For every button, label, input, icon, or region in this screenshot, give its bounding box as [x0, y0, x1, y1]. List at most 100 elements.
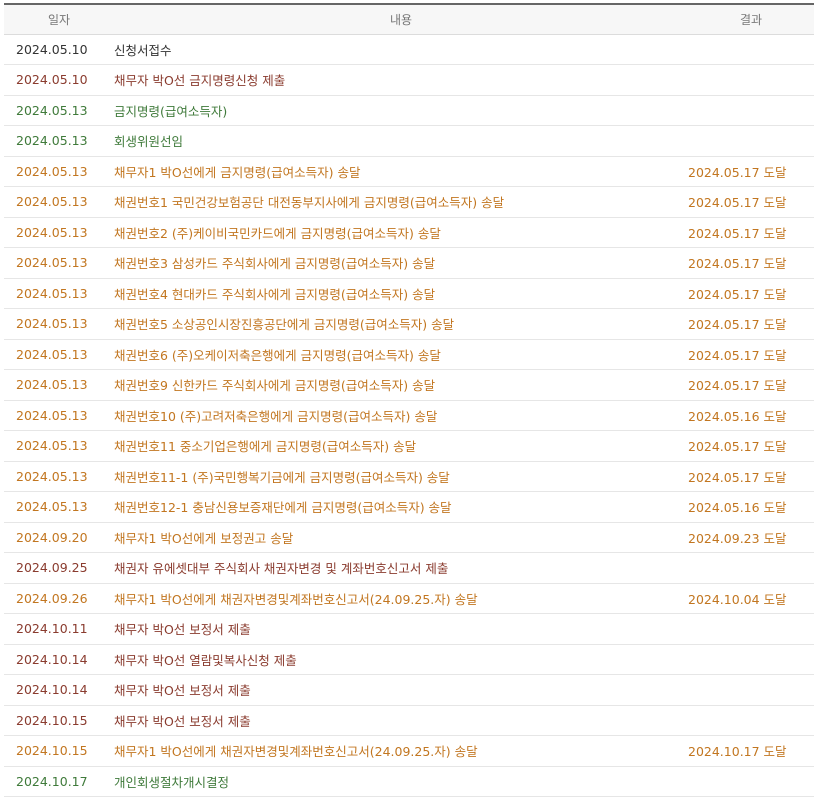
table-row: 2024.05.13 채권번호12-1 충남신용보증재단에게 금지명령(급여소득자… — [4, 491, 814, 523]
row-content: 회생위원선임 — [114, 125, 688, 157]
table-row: 2024.10.15 채무자 박O선 보정서 제출 — [4, 705, 814, 736]
row-result — [688, 674, 814, 706]
header-result: 결과 — [688, 3, 814, 35]
table-row: 2024.05.13 채권번호2 (주)케이비국민카드에게 금지명령(급여소득자)… — [4, 217, 814, 248]
table-row: 2024.05.13 채권번호11-1 (주)국민행복기금에게 금지명령(급여소득… — [4, 461, 814, 492]
row-result: 2024.05.17 도달 — [688, 308, 814, 340]
row-date: 2024.05.13 — [4, 125, 114, 157]
row-date: 2024.10.15 — [4, 735, 114, 767]
row-result: 2024.05.16 도달 — [688, 491, 814, 523]
row-date: 2024.05.13 — [4, 369, 114, 401]
row-result: 2024.10.04 도달 — [688, 583, 814, 614]
row-content: 채무자 박O선 열람및복사신청 제출 — [114, 644, 688, 675]
row-content: 채무자1 박O선에게 보정권고 송달 — [114, 522, 688, 553]
row-content: 개인회생절차개시결정 — [114, 766, 688, 797]
row-content: 채권번호10 (주)고려저축은행에게 금지명령(급여소득자) 송달 — [114, 400, 688, 431]
row-result: 2024.05.17 도달 — [688, 186, 814, 218]
row-date: 2024.10.11 — [4, 613, 114, 645]
table-row: 2024.05.13 채권번호5 소상공인시장진흥공단에게 금지명령(급여소득자)… — [4, 308, 814, 340]
row-date: 2024.05.10 — [4, 34, 114, 65]
row-content: 금지명령(급여소득자) — [114, 95, 688, 126]
table-row: 2024.10.17 개인회생절차개시결정 — [4, 766, 814, 797]
table-row: 2024.09.20 채무자1 박O선에게 보정권고 송달 2024.09.23 도… — [4, 522, 814, 553]
row-date: 2024.09.20 — [4, 522, 114, 553]
table-row: 2024.05.13 채권번호10 (주)고려저축은행에게 금지명령(급여소득자)… — [4, 400, 814, 431]
row-content: 채권번호1 국민건강보험공단 대전동부지사에게 금지명령(급여소득자) 송달 — [114, 186, 688, 218]
row-content: 채권번호11 중소기업은행에게 금지명령(급여소득자) 송달 — [114, 430, 688, 462]
row-content: 채무자1 박O선에게 금지명령(급여소득자) 송달 — [114, 156, 688, 187]
table-row: 2024.05.13 채무자1 박O선에게 금지명령(급여소득자) 송달 2024.… — [4, 156, 814, 187]
table-row: 2024.05.13 채권번호9 신한카드 주식회사에게 금지명령(급여소득자) … — [4, 369, 814, 401]
row-result — [688, 766, 814, 797]
row-result — [688, 34, 814, 65]
row-date: 2024.05.13 — [4, 156, 114, 187]
row-date: 2024.05.13 — [4, 461, 114, 492]
table-row: 2024.09.25 채권자 유에셋대부 주식회사 채권자변경 및 계좌번호신고서… — [4, 552, 814, 584]
table-row: 2024.05.13 채권번호1 국민건강보험공단 대전동부지사에게 금지명령(급… — [4, 186, 814, 218]
row-date: 2024.05.13 — [4, 430, 114, 462]
row-content: 채무자 박O선 금지명령신청 제출 — [114, 64, 688, 96]
table-row: 2024.05.13 채권번호4 현대카드 주식회사에게 금지명령(급여소득자) … — [4, 278, 814, 309]
row-result — [688, 95, 814, 126]
row-date: 2024.10.15 — [4, 705, 114, 736]
table-body: 2024.05.10 신청서접수 2024.05.10 채무자 박O선 금지명령신청 … — [4, 34, 814, 797]
row-content: 채권번호11-1 (주)국민행복기금에게 금지명령(급여소득자) 송달 — [114, 461, 688, 492]
table-row: 2024.09.26 채무자1 박O선에게 채권자변경및계좌번호신고서(24.09… — [4, 583, 814, 614]
row-date: 2024.05.13 — [4, 400, 114, 431]
table-row: 2024.05.13 회생위원선임 — [4, 125, 814, 157]
row-content: 채권번호6 (주)오케이저축은행에게 금지명령(급여소득자) 송달 — [114, 339, 688, 370]
row-date: 2024.05.13 — [4, 247, 114, 279]
table-row: 2024.05.13 채권번호3 삼성카드 주식회사에게 금지명령(급여소득자) … — [4, 247, 814, 279]
row-date: 2024.05.13 — [4, 186, 114, 218]
case-history-table: 일자 내용 결과 2024.05.10 신청서접수 2024.05.10 채무자 박O… — [4, 3, 814, 797]
header-content: 내용 — [114, 3, 688, 35]
header-date: 일자 — [4, 3, 114, 35]
row-date: 2024.09.25 — [4, 552, 114, 584]
row-content: 채무자1 박O선에게 채권자변경및계좌번호신고서(24.09.25.자) 송달 — [114, 583, 688, 614]
row-date: 2024.09.26 — [4, 583, 114, 614]
row-content: 채권자 유에셋대부 주식회사 채권자변경 및 계좌번호신고서 제출 — [114, 552, 688, 584]
row-content: 채권번호4 현대카드 주식회사에게 금지명령(급여소득자) 송달 — [114, 278, 688, 309]
row-content: 채무자 박O선 보정서 제출 — [114, 613, 688, 645]
row-result: 2024.05.17 도달 — [688, 217, 814, 248]
table-row: 2024.05.13 채권번호11 중소기업은행에게 금지명령(급여소득자) 송달… — [4, 430, 814, 462]
row-date: 2024.05.13 — [4, 339, 114, 370]
row-result: 2024.05.17 도달 — [688, 430, 814, 462]
table-row: 2024.10.14 채무자 박O선 보정서 제출 — [4, 674, 814, 706]
row-result — [688, 64, 814, 96]
row-result: 2024.05.17 도달 — [688, 156, 814, 187]
row-content: 채권번호5 소상공인시장진흥공단에게 금지명령(급여소득자) 송달 — [114, 308, 688, 340]
row-content: 채무자 박O선 보정서 제출 — [114, 705, 688, 736]
header-row: 일자 내용 결과 — [4, 3, 814, 35]
row-result: 2024.05.17 도달 — [688, 278, 814, 309]
row-content: 채무자 박O선 보정서 제출 — [114, 674, 688, 706]
row-date: 2024.10.14 — [4, 674, 114, 706]
table-row: 2024.05.10 채무자 박O선 금지명령신청 제출 — [4, 64, 814, 96]
row-result — [688, 613, 814, 645]
row-result: 2024.09.23 도달 — [688, 522, 814, 553]
row-date: 2024.05.13 — [4, 217, 114, 248]
table-header: 일자 내용 결과 — [4, 3, 814, 35]
table-row: 2024.05.13 채권번호6 (주)오케이저축은행에게 금지명령(급여소득자)… — [4, 339, 814, 370]
row-result — [688, 125, 814, 157]
row-date: 2024.10.14 — [4, 644, 114, 675]
row-result: 2024.05.16 도달 — [688, 400, 814, 431]
row-date: 2024.05.13 — [4, 308, 114, 340]
row-result: 2024.05.17 도달 — [688, 247, 814, 279]
row-result: 2024.10.17 도달 — [688, 735, 814, 767]
table-row: 2024.05.13 금지명령(급여소득자) — [4, 95, 814, 126]
row-date: 2024.10.17 — [4, 766, 114, 797]
row-date: 2024.05.13 — [4, 491, 114, 523]
row-content: 신청서접수 — [114, 34, 688, 65]
row-result: 2024.05.17 도달 — [688, 339, 814, 370]
row-date: 2024.05.13 — [4, 95, 114, 126]
row-result: 2024.05.17 도달 — [688, 369, 814, 401]
row-result — [688, 644, 814, 675]
row-content: 채무자1 박O선에게 채권자변경및계좌번호신고서(24.09.25.자) 송달 — [114, 735, 688, 767]
row-date: 2024.05.10 — [4, 64, 114, 96]
table-row: 2024.05.10 신청서접수 — [4, 34, 814, 65]
row-result: 2024.05.17 도달 — [688, 461, 814, 492]
row-content: 채권번호3 삼성카드 주식회사에게 금지명령(급여소득자) 송달 — [114, 247, 688, 279]
table-row: 2024.10.15 채무자1 박O선에게 채권자변경및계좌번호신고서(24.09… — [4, 735, 814, 767]
row-content: 채권번호9 신한카드 주식회사에게 금지명령(급여소득자) 송달 — [114, 369, 688, 401]
